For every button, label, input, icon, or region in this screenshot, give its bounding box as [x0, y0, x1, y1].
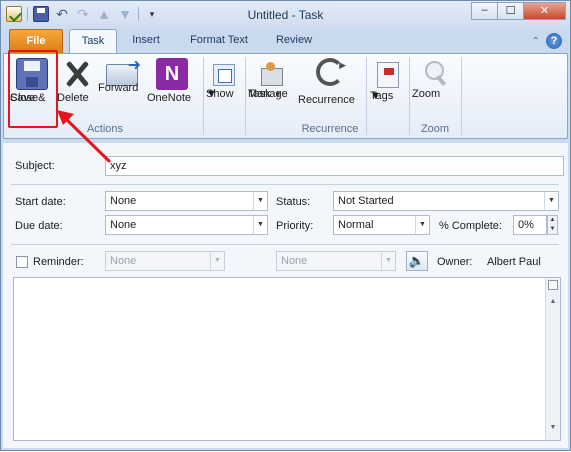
- task-notes-body[interactable]: ▲ ▼: [13, 277, 561, 441]
- subject-input[interactable]: xyz: [105, 156, 564, 176]
- percent-complete-spinner[interactable]: ▲ ▼: [547, 215, 558, 235]
- due-date-select[interactable]: None ▼: [105, 215, 268, 235]
- speaker-icon: 🔈: [408, 253, 426, 268]
- separator: [11, 244, 559, 245]
- help-icon[interactable]: ?: [546, 33, 562, 49]
- close-button[interactable]: ✕: [523, 2, 566, 20]
- ribbon-tabs: File Task Insert Format Text Review ⌃ ?: [1, 29, 570, 53]
- group-separator: [409, 57, 410, 135]
- group-separator: [245, 57, 246, 135]
- status-value: Not Started: [338, 195, 394, 207]
- show-button[interactable]: Show ▼: [206, 56, 242, 100]
- priority-label: Priority:: [276, 220, 314, 232]
- start-date-label: Start date:: [15, 196, 66, 208]
- percent-complete-value: 0%: [518, 219, 534, 231]
- forward-label: Forward: [98, 82, 139, 94]
- subject-value: xyz: [110, 160, 127, 172]
- chevron-down-icon: ▼: [206, 88, 217, 100]
- onenote-label: OneNote: [147, 92, 192, 104]
- reminder-time-value: None: [281, 255, 308, 267]
- close-icon: ✕: [539, 5, 550, 17]
- owner-value: Albert Paul: [487, 256, 541, 268]
- reminder-sound-button[interactable]: 🔈: [406, 251, 428, 271]
- manage-task-button[interactable]: Manage Task ▼: [248, 56, 294, 100]
- zoom-button[interactable]: Zoom: [412, 56, 458, 100]
- start-date-select[interactable]: None ▼: [105, 191, 268, 211]
- group-separator: [366, 57, 367, 135]
- owner-label: Owner:: [437, 256, 473, 268]
- task-form: Subject: xyz Start date: None ▼ Status: N…: [3, 143, 568, 448]
- manage-task-icon: [259, 62, 283, 86]
- recurrence-button[interactable]: Recurrence: [298, 56, 362, 106]
- task-window: ↶ ↷ ▲ ▼ ▾ Untitled - Task – ☐ ✕ File Tas…: [0, 0, 571, 451]
- onenote-icon: N: [156, 58, 188, 90]
- zoom-label: Zoom: [412, 88, 441, 100]
- notes-scrollbar[interactable]: ▲ ▼: [545, 278, 560, 440]
- minimize-button[interactable]: –: [471, 2, 497, 20]
- due-date-label: Due date:: [15, 220, 63, 232]
- delete-label: Delete: [57, 92, 89, 104]
- forward-button[interactable]: Forward: [98, 55, 146, 94]
- scroll-up-icon[interactable]: ▲: [546, 298, 560, 305]
- group-separator: [461, 57, 462, 135]
- window-controls: – ☐ ✕: [471, 2, 566, 20]
- magnifier-icon: [422, 60, 448, 86]
- recurrence-icon: [316, 58, 346, 86]
- percent-complete-input[interactable]: 0%: [513, 215, 547, 235]
- start-date-value: None: [110, 195, 137, 207]
- chevron-down-icon[interactable]: ▼: [544, 192, 558, 210]
- maximize-icon: ☐: [505, 5, 516, 17]
- ribbon: Save & Close Delete Forward N OneNote Ac…: [3, 53, 568, 139]
- ribbon-help-area: ⌃ ?: [532, 33, 562, 49]
- reminder-date-select[interactable]: None ▼: [105, 251, 225, 271]
- tab-insert[interactable]: Insert: [123, 29, 169, 53]
- scroll-down-icon[interactable]: ▼: [546, 424, 560, 431]
- status-label: Status:: [276, 196, 311, 208]
- chevron-down-icon[interactable]: ▼: [210, 252, 224, 270]
- onenote-button[interactable]: N OneNote: [147, 56, 197, 104]
- minimize-ribbon-icon[interactable]: ⌃: [532, 36, 540, 47]
- priority-value: Normal: [338, 219, 374, 231]
- due-date-value: None: [110, 219, 137, 231]
- reminder-time-select[interactable]: None ▼: [276, 251, 396, 271]
- autocorrect-icon[interactable]: [548, 280, 558, 290]
- group-separator: [203, 57, 204, 135]
- percent-complete-label: % Complete:: [439, 220, 502, 232]
- delete-icon: [61, 58, 93, 90]
- flag-icon: [377, 62, 399, 88]
- chevron-down-icon[interactable]: ▼: [415, 216, 429, 234]
- title-bar: ↶ ↷ ▲ ▼ ▾ Untitled - Task – ☐ ✕: [1, 1, 570, 29]
- recurrence-label: Recurrence: [298, 94, 355, 106]
- group-label-recurrence: Recurrence: [301, 123, 359, 135]
- delete-button[interactable]: Delete: [57, 56, 97, 104]
- tags-button[interactable]: Tags ▼: [370, 56, 406, 102]
- chevron-down-icon: ▼: [273, 90, 282, 99]
- separator: [11, 184, 559, 185]
- chevron-down-icon: ▼: [370, 90, 381, 102]
- reminder-label: Reminder:: [33, 256, 84, 268]
- priority-select[interactable]: Normal ▼: [333, 215, 430, 235]
- reminder-date-value: None: [110, 255, 137, 267]
- tab-task[interactable]: Task: [69, 29, 117, 53]
- tab-review[interactable]: Review: [267, 29, 321, 53]
- group-label-zoom: Zoom: [420, 123, 450, 135]
- manage-task-label-line2: Task: [248, 88, 271, 100]
- maximize-button[interactable]: ☐: [497, 2, 523, 20]
- status-select[interactable]: Not Started ▼: [333, 191, 559, 211]
- reminder-checkbox[interactable]: [16, 256, 28, 268]
- tab-format-text[interactable]: Format Text: [179, 29, 259, 53]
- chevron-down-icon[interactable]: ▼: [253, 192, 267, 210]
- show-icon: [213, 64, 235, 86]
- save-close-highlight-box: [8, 50, 58, 128]
- subject-label: Subject:: [15, 160, 55, 172]
- chevron-down-icon[interactable]: ▼: [253, 216, 267, 234]
- chevron-down-icon[interactable]: ▼: [381, 252, 395, 270]
- minimize-icon: –: [481, 4, 488, 16]
